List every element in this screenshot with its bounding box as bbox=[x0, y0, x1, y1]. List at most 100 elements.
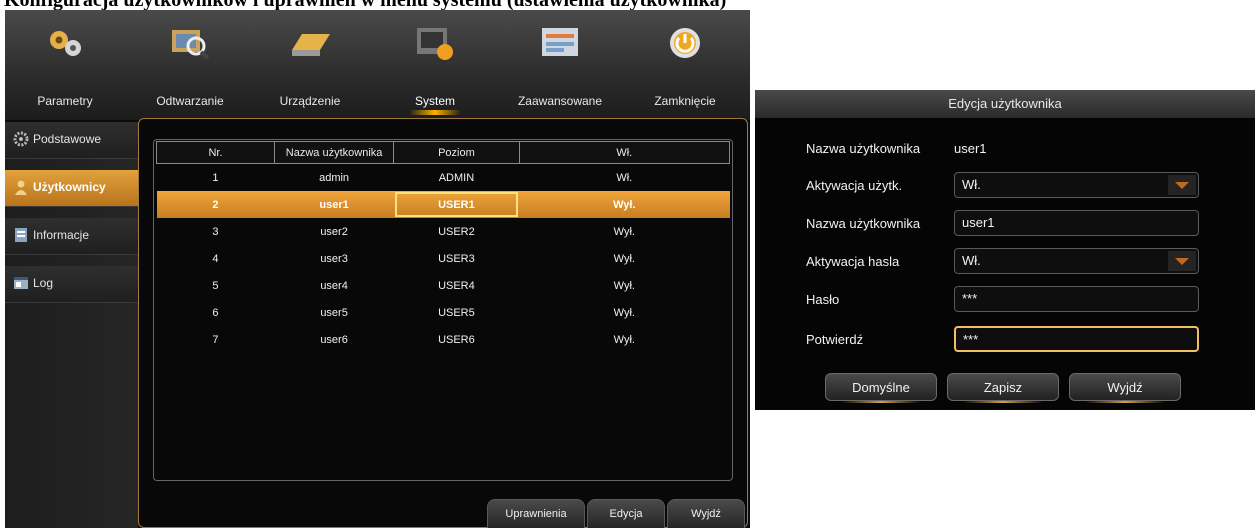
cell-username: user1 bbox=[274, 191, 394, 218]
edit-user-dialog: Edycja użytkownika Nazwa użytkownika use… bbox=[755, 90, 1255, 410]
nav-label: Odtwarzanie bbox=[156, 94, 224, 108]
permissions-button[interactable]: Uprawnienia bbox=[487, 499, 585, 528]
active-tab-indicator bbox=[409, 110, 461, 115]
nav-item-system[interactable]: System bbox=[375, 10, 495, 120]
confirm-password-label: Potwierdź bbox=[806, 332, 864, 347]
system-info-icon bbox=[417, 28, 453, 60]
table-row[interactable]: 7 user6 USER6 Wył. bbox=[157, 326, 730, 353]
table-row-selected[interactable]: 2 user1 USER1 Wył. bbox=[156, 191, 730, 218]
password-input[interactable]: *** bbox=[954, 286, 1199, 312]
cell-level: USER6 bbox=[438, 333, 475, 346]
cell-number: 6 bbox=[212, 306, 219, 319]
cell-enabled: Wł. bbox=[616, 171, 633, 184]
sidebar-item-label: Log bbox=[33, 276, 54, 290]
nav-item-odtwarzanie[interactable]: Odtwarzanie bbox=[130, 10, 250, 120]
cell-enabled: Wył. bbox=[613, 306, 635, 319]
nav-item-parametry[interactable]: Parametry bbox=[5, 10, 125, 120]
cell-enabled: Wył. bbox=[613, 225, 635, 238]
dvr-menu-screen: Parametry Odtwarzanie Urządzenie System bbox=[5, 10, 750, 528]
username-input[interactable]: user1 bbox=[954, 210, 1199, 236]
confirm-password-input[interactable]: *** bbox=[954, 326, 1199, 352]
default-button[interactable]: Domyślne bbox=[825, 373, 937, 403]
password-activation-value: Wł. bbox=[962, 253, 981, 268]
advanced-settings-icon bbox=[542, 28, 578, 56]
cell-username: user6 bbox=[320, 333, 348, 346]
cell-number: 1 bbox=[212, 171, 219, 184]
table-header-row: Nr. Nazwa użytkownika Poziom Wł. bbox=[156, 141, 731, 164]
users-table: Nr. Nazwa użytkownika Poziom Wł. 1 admin… bbox=[156, 141, 731, 353]
info-icon bbox=[15, 228, 27, 242]
sidebar-item-label: Informacje bbox=[33, 228, 90, 242]
table-row[interactable]: 3 user2 USER2 Wył. bbox=[157, 218, 730, 245]
cell-number: 4 bbox=[212, 252, 219, 265]
password-label: Hasło bbox=[806, 292, 840, 307]
nav-label: System bbox=[414, 94, 455, 108]
hard-drive-icon bbox=[292, 34, 330, 56]
column-header: Nazwa użytkownika bbox=[273, 141, 395, 164]
password-input-value: *** bbox=[962, 291, 978, 306]
username-field-label: Nazwa użytkownika bbox=[806, 216, 921, 231]
cell-level: USER4 bbox=[438, 279, 475, 292]
sidebar-item-uzytkownicy[interactable]: Użytkownicy bbox=[5, 170, 138, 207]
table-row[interactable]: 5 user4 USER4 Wył. bbox=[157, 272, 730, 299]
save-button[interactable]: Zapisz bbox=[947, 373, 1059, 403]
gear-icon bbox=[13, 131, 29, 147]
password-activation-select[interactable]: Wł. bbox=[954, 248, 1199, 274]
exit-dialog-button[interactable]: Wyjdź bbox=[1069, 373, 1181, 403]
film-search-icon bbox=[172, 30, 210, 60]
cell-enabled: Wył. bbox=[519, 191, 730, 218]
exit-button[interactable]: Wyjdź bbox=[667, 499, 745, 528]
column-header: Nr. bbox=[156, 141, 275, 164]
sidebar-item-label: Użytkownicy bbox=[33, 180, 106, 194]
cell-level[interactable]: USER1 bbox=[393, 191, 520, 218]
column-header: Poziom bbox=[393, 141, 520, 164]
sidebar-item-informacje[interactable]: Informacje bbox=[5, 218, 138, 255]
cell-level: USER3 bbox=[438, 252, 475, 265]
chevron-down-icon[interactable] bbox=[1168, 251, 1196, 271]
nav-label: Zaawansowane bbox=[517, 94, 603, 108]
top-navigation: Parametry Odtwarzanie Urządzenie System bbox=[5, 10, 750, 120]
cell-number: 3 bbox=[212, 225, 219, 238]
username-value: user1 bbox=[954, 141, 987, 156]
nav-item-zaawansowane[interactable]: Zaawansowane bbox=[500, 10, 620, 120]
log-icon bbox=[14, 277, 28, 289]
cell-enabled: Wył. bbox=[613, 333, 635, 346]
chevron-down-icon[interactable] bbox=[1168, 175, 1196, 195]
cell-username: admin bbox=[319, 171, 350, 184]
cell-level: ADMIN bbox=[438, 171, 475, 184]
cell-enabled: Wył. bbox=[613, 279, 635, 292]
cell-number: 2 bbox=[156, 191, 275, 218]
cell-level: USER2 bbox=[438, 225, 475, 238]
cell-level: USER5 bbox=[438, 306, 475, 319]
user-icon bbox=[15, 180, 27, 195]
sidebar-item-log[interactable]: Log bbox=[5, 266, 138, 303]
cell-username: user2 bbox=[320, 225, 348, 238]
table-row[interactable]: 1 admin ADMIN Wł. bbox=[157, 164, 730, 192]
sidebar: Podstawowe Użytkownicy Informacje Log bbox=[5, 122, 138, 528]
nav-label: Urządzenie bbox=[279, 94, 341, 108]
edit-button[interactable]: Edycja bbox=[587, 499, 665, 528]
cell-username: user3 bbox=[320, 252, 348, 265]
user-activation-value: Wł. bbox=[962, 177, 981, 192]
cell-enabled: Wył. bbox=[613, 252, 635, 265]
dialog-title: Edycja użytkownika bbox=[755, 90, 1255, 118]
user-activation-label: Aktywacja użytk. bbox=[806, 178, 903, 193]
column-header: Wł. bbox=[518, 141, 731, 164]
cell-number: 7 bbox=[212, 333, 219, 346]
cell-number: 5 bbox=[212, 279, 219, 292]
gears-icon bbox=[50, 31, 81, 56]
password-activation-label: Aktywacja hasla bbox=[806, 254, 900, 269]
nav-item-urzadzenie[interactable]: Urządzenie bbox=[250, 10, 370, 120]
confirm-password-value: *** bbox=[963, 332, 979, 347]
nav-item-zamkniecie[interactable]: Zamknięcie bbox=[625, 10, 745, 120]
users-panel: Nr. Nazwa użytkownika Poziom Wł. 1 admin… bbox=[138, 118, 748, 528]
user-activation-select[interactable]: Wł. bbox=[954, 172, 1199, 198]
nav-label: Zamknięcie bbox=[654, 94, 716, 108]
table-row[interactable]: 4 user3 USER3 Wył. bbox=[157, 245, 730, 272]
sidebar-item-podstawowe[interactable]: Podstawowe bbox=[5, 122, 138, 159]
username-input-value: user1 bbox=[962, 215, 995, 230]
table-row[interactable]: 6 user5 USER5 Wył. bbox=[157, 299, 730, 326]
power-icon bbox=[670, 28, 700, 58]
cell-username: user4 bbox=[320, 279, 348, 292]
sidebar-item-label: Podstawowe bbox=[33, 132, 102, 146]
